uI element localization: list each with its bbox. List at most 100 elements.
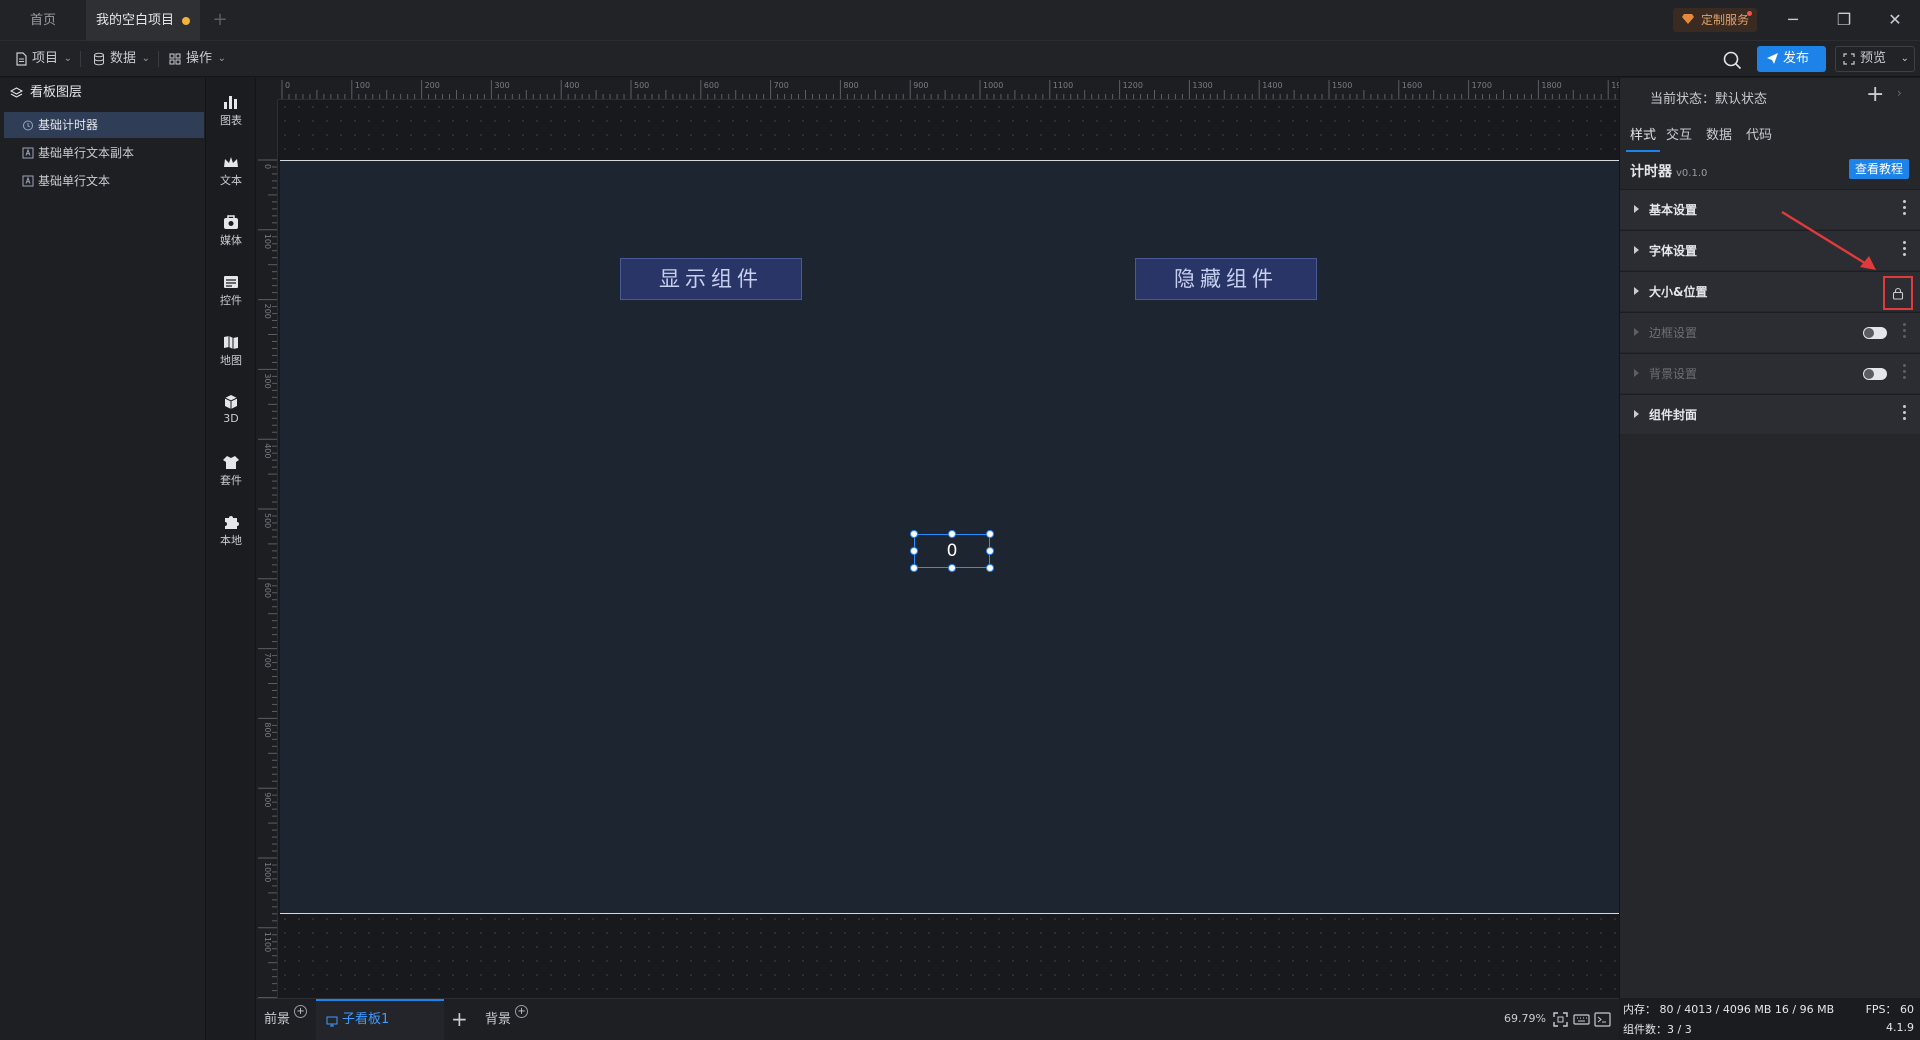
preview-button[interactable]: 预览 ⌄ — [1835, 46, 1915, 72]
more-vertical-icon[interactable] — [1903, 241, 1907, 257]
maximize-button[interactable]: ❐ — [1830, 7, 1858, 33]
background-toggle[interactable] — [1863, 368, 1887, 380]
resize-handle[interactable] — [910, 564, 918, 572]
component-name: 计时器 — [1630, 164, 1672, 180]
show-component-button[interactable]: 显示组件 — [620, 258, 802, 300]
layer-item-text[interactable]: 基础单行文本 — [4, 168, 204, 194]
section-label: 基本设置 — [1649, 203, 1698, 217]
rail-item-control[interactable]: 控件 — [206, 266, 256, 316]
layer-item-timer[interactable]: 基础计时器 — [4, 112, 204, 138]
add-circle-icon[interactable]: + — [515, 1005, 529, 1018]
current-state-label[interactable]: 当前状态：默认状态 — [1650, 88, 1767, 107]
search-icon[interactable] — [1721, 49, 1743, 71]
section-border-settings[interactable]: 边框设置 — [1620, 312, 1920, 352]
ruler-label: 1300 — [1192, 81, 1212, 90]
ruler-label: 500 — [263, 513, 272, 528]
database-icon — [94, 52, 104, 66]
title-bar: 首页 我的空白项目 + 定制服务 ─ ❐ ✕ — [0, 0, 1920, 41]
keyboard-icon[interactable] — [1573, 1011, 1590, 1028]
project-menu[interactable]: 项目 ⌄ — [12, 49, 72, 69]
section-label: 大小&位置 — [1649, 285, 1708, 299]
view-tutorial-button[interactable]: 查看教程 — [1849, 159, 1909, 179]
tab-home[interactable]: 首页 — [12, 0, 74, 41]
tab-interaction[interactable]: 交互 — [1664, 122, 1694, 152]
resize-handle[interactable] — [948, 530, 956, 538]
foreground-label: 前景 — [264, 1012, 291, 1027]
dashboard-board[interactable]: 显示组件 隐藏组件 0 — [280, 160, 1619, 914]
more-vertical-icon[interactable] — [1903, 364, 1907, 380]
text-icon — [22, 147, 34, 159]
rail-item-chart[interactable]: 图表 — [206, 86, 256, 136]
ruler-label: 1100 — [1053, 81, 1073, 90]
horizontal-ruler[interactable]: 0 100 200 300 400 500 600 700 800 900 1000 1100 1200… — [278, 78, 1619, 100]
sub-board-tab[interactable]: 子看板1 — [316, 999, 444, 1040]
ruler-label: 100 — [263, 234, 272, 249]
layer-item-text-copy[interactable]: 基础单行文本副本 — [4, 140, 204, 166]
operation-menu[interactable]: 操作 ⌄ — [166, 49, 226, 69]
tab-code[interactable]: 代码 — [1744, 122, 1774, 152]
background-label: 背景 — [485, 1012, 512, 1027]
rail-item-local[interactable]: 本地 — [206, 506, 256, 556]
ruler-label: 0 — [263, 164, 272, 169]
ruler-label: 500 — [634, 81, 649, 90]
add-circle-icon[interactable]: + — [294, 1005, 308, 1018]
layer-item-label: 基础计时器 — [38, 118, 99, 132]
rail-item-3d[interactable]: 3D — [206, 386, 256, 436]
cube-icon — [224, 395, 238, 409]
rail-item-kit[interactable]: 套件 — [206, 446, 256, 496]
tab-style[interactable]: 样式 — [1626, 122, 1660, 152]
terminal-icon[interactable] — [1594, 1011, 1611, 1028]
expand-arrow-icon — [1634, 246, 1639, 254]
media-icon — [224, 215, 238, 229]
lock-button[interactable] — [1883, 276, 1913, 310]
section-component-cover[interactable]: 组件封面 — [1620, 394, 1920, 434]
fps-status: FPS： 60 — [1865, 1003, 1914, 1016]
status-area: 内存： 80 / 4013 / 4096 MB 16 / 96 MB FPS： … — [1621, 998, 1918, 1040]
resize-handle[interactable] — [986, 564, 994, 572]
resize-handle[interactable] — [910, 547, 918, 555]
more-vertical-icon[interactable] — [1903, 323, 1907, 339]
border-toggle[interactable] — [1863, 327, 1887, 339]
rail-item-text[interactable]: 文本 — [206, 146, 256, 196]
sub-board-label: 子看板1 — [342, 1012, 390, 1027]
add-tab-button[interactable]: + — [210, 11, 230, 31]
close-window-button[interactable]: ✕ — [1881, 7, 1909, 33]
rail-item-label: 套件 — [220, 474, 242, 487]
ruler-label: 900 — [263, 792, 272, 807]
resize-handle[interactable] — [910, 530, 918, 538]
component-count: 组件数：3 / 3 — [1623, 1023, 1692, 1036]
add-board-button[interactable]: + — [451, 1007, 468, 1031]
zoom-level[interactable]: 69.79% — [1504, 1012, 1546, 1025]
hide-component-button[interactable]: 隐藏组件 — [1135, 258, 1317, 300]
more-vertical-icon[interactable] — [1903, 405, 1907, 421]
foreground-tab[interactable]: 前景+ — [264, 1005, 308, 1031]
rail-item-media[interactable]: 媒体 — [206, 206, 256, 256]
data-menu[interactable]: 数据 ⌄ — [90, 49, 150, 69]
layer-item-label: 基础单行文本副本 — [38, 146, 135, 160]
tab-project[interactable]: 我的空白项目 — [86, 0, 200, 41]
kit-icon — [223, 456, 239, 469]
minimize-button[interactable]: ─ — [1779, 7, 1807, 33]
fit-screen-icon[interactable] — [1552, 1011, 1569, 1028]
resize-handle[interactable] — [986, 547, 994, 555]
expand-arrow-icon — [1634, 369, 1639, 377]
toolbar: 项目 ⌄ 数据 ⌄ 操作 ⌄ 发布 预览 ⌄ — [0, 41, 1920, 77]
custom-service-button[interactable]: 定制服务 — [1673, 8, 1758, 32]
section-size-position[interactable]: 大小&位置 — [1620, 271, 1920, 311]
canvas-area[interactable]: 0 100 200 300 400 500 600 700 800 900 1000 1100 1200… — [256, 78, 1619, 998]
timer-widget[interactable]: 0 — [914, 534, 990, 568]
resize-handle[interactable] — [948, 564, 956, 572]
resize-handle[interactable] — [986, 530, 994, 538]
tab-data[interactable]: 数据 — [1704, 122, 1734, 152]
rail-item-label: 地图 — [220, 354, 242, 367]
publish-button[interactable]: 发布 — [1757, 46, 1826, 72]
chevron-right-icon[interactable]: › — [1897, 86, 1902, 100]
add-state-button[interactable]: + — [1866, 82, 1884, 107]
background-tab[interactable]: 背景+ — [485, 1005, 529, 1031]
rail-item-map[interactable]: 地图 — [206, 326, 256, 376]
more-vertical-icon[interactable] — [1903, 200, 1907, 216]
vertical-ruler[interactable]: 0100200300400500600700800900100011001200 — [256, 100, 278, 998]
document-icon — [16, 52, 27, 66]
section-background-settings[interactable]: 背景设置 — [1620, 353, 1920, 393]
ruler-label: 1100 — [263, 932, 272, 952]
